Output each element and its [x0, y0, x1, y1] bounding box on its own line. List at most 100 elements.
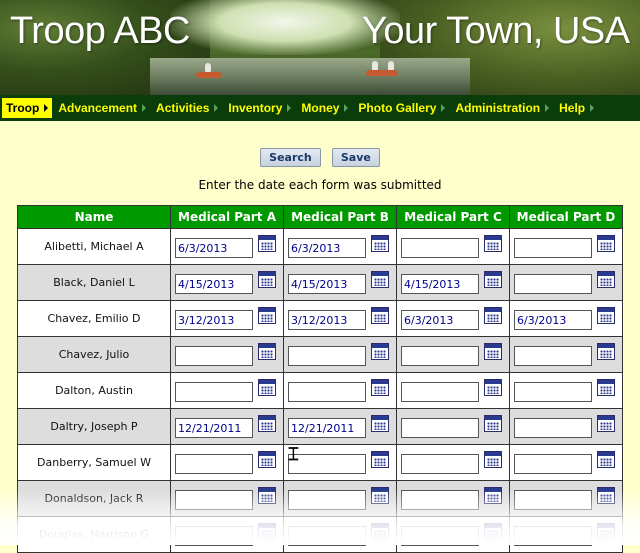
date-input[interactable]: [288, 418, 366, 438]
date-input[interactable]: [175, 346, 253, 366]
chevron-right-icon: [441, 104, 446, 112]
calendar-icon[interactable]: [371, 451, 389, 468]
date-input[interactable]: [175, 454, 253, 474]
date-input[interactable]: [288, 382, 366, 402]
date-input[interactable]: [514, 274, 592, 294]
calendar-icon[interactable]: [597, 307, 615, 324]
calendar-icon[interactable]: [258, 415, 276, 432]
table-row: Chavez, Emilio D: [17, 300, 623, 337]
calendar-icon[interactable]: [484, 487, 502, 504]
calendar-icon[interactable]: [371, 523, 389, 540]
date-input[interactable]: [514, 238, 592, 258]
date-input[interactable]: [401, 526, 479, 546]
date-input[interactable]: [175, 310, 253, 330]
calendar-icon[interactable]: [371, 415, 389, 432]
calendar-icon[interactable]: [484, 271, 502, 288]
date-input[interactable]: [401, 490, 479, 510]
scout-name: Black, Daniel L: [17, 264, 171, 301]
search-button[interactable]: Search: [260, 148, 321, 167]
chevron-right-icon: [142, 104, 147, 112]
nav-item-label: Administration: [455, 101, 541, 115]
nav-item-inventory[interactable]: Inventory: [224, 98, 296, 118]
calendar-icon[interactable]: [258, 379, 276, 396]
date-input[interactable]: [288, 238, 366, 258]
date-input[interactable]: [288, 454, 366, 474]
nav-item-label: Money: [301, 101, 340, 115]
calendar-icon[interactable]: [371, 343, 389, 360]
chevron-right-icon: [590, 104, 595, 112]
date-input[interactable]: [401, 238, 479, 258]
nav-item-help[interactable]: Help: [555, 98, 599, 118]
date-cell: [396, 228, 510, 265]
nav-item-advancement[interactable]: Advancement: [54, 98, 151, 118]
calendar-icon[interactable]: [258, 235, 276, 252]
date-cell: [283, 264, 397, 301]
calendar-icon[interactable]: [597, 343, 615, 360]
calendar-icon[interactable]: [258, 271, 276, 288]
date-input[interactable]: [175, 238, 253, 258]
date-input[interactable]: [288, 310, 366, 330]
date-input[interactable]: [401, 418, 479, 438]
calendar-icon[interactable]: [597, 379, 615, 396]
date-cell: [283, 516, 397, 553]
date-input[interactable]: [175, 382, 253, 402]
column-header-medical-part-b: Medical Part B: [283, 205, 397, 229]
date-input[interactable]: [288, 526, 366, 546]
date-input[interactable]: [401, 382, 479, 402]
date-cell: [509, 444, 623, 481]
calendar-icon[interactable]: [597, 451, 615, 468]
date-input[interactable]: [401, 274, 479, 294]
calendar-icon[interactable]: [484, 451, 502, 468]
date-cell: [170, 228, 284, 265]
date-input[interactable]: [514, 310, 592, 330]
date-input[interactable]: [175, 418, 253, 438]
date-input[interactable]: [514, 490, 592, 510]
calendar-icon[interactable]: [371, 307, 389, 324]
calendar-icon[interactable]: [484, 307, 502, 324]
nav-item-activities[interactable]: Activities: [152, 98, 223, 118]
date-input[interactable]: [514, 454, 592, 474]
calendar-icon[interactable]: [258, 487, 276, 504]
calendar-icon[interactable]: [371, 379, 389, 396]
calendar-icon[interactable]: [258, 451, 276, 468]
site-title: Troop ABC: [10, 10, 190, 52]
date-input[interactable]: [514, 346, 592, 366]
nav-item-money[interactable]: Money: [297, 98, 353, 118]
date-input[interactable]: [175, 490, 253, 510]
calendar-icon[interactable]: [597, 271, 615, 288]
date-input[interactable]: [401, 454, 479, 474]
date-input[interactable]: [288, 346, 366, 366]
date-cell: [396, 480, 510, 517]
calendar-icon[interactable]: [258, 307, 276, 324]
calendar-icon[interactable]: [484, 379, 502, 396]
calendar-icon[interactable]: [258, 343, 276, 360]
date-input[interactable]: [401, 346, 479, 366]
date-input[interactable]: [514, 526, 592, 546]
nav-item-label: Inventory: [228, 101, 283, 115]
nav-item-label: Photo Gallery: [358, 101, 437, 115]
date-input[interactable]: [514, 382, 592, 402]
nav-item-troop[interactable]: Troop: [2, 98, 53, 118]
nav-item-administration[interactable]: Administration: [451, 98, 554, 118]
table-row: Dalton, Austin: [17, 372, 623, 409]
date-input[interactable]: [175, 274, 253, 294]
calendar-icon[interactable]: [597, 523, 615, 540]
calendar-icon[interactable]: [484, 523, 502, 540]
save-button[interactable]: Save: [331, 148, 380, 167]
calendar-icon[interactable]: [484, 415, 502, 432]
calendar-icon[interactable]: [371, 271, 389, 288]
calendar-icon[interactable]: [484, 343, 502, 360]
calendar-icon[interactable]: [597, 487, 615, 504]
date-input[interactable]: [288, 490, 366, 510]
date-input[interactable]: [175, 526, 253, 546]
calendar-icon[interactable]: [371, 487, 389, 504]
calendar-icon[interactable]: [258, 523, 276, 540]
calendar-icon[interactable]: [371, 235, 389, 252]
nav-item-photo-gallery[interactable]: Photo Gallery: [354, 98, 450, 118]
date-input[interactable]: [401, 310, 479, 330]
calendar-icon[interactable]: [597, 415, 615, 432]
date-input[interactable]: [514, 418, 592, 438]
calendar-icon[interactable]: [484, 235, 502, 252]
date-input[interactable]: [288, 274, 366, 294]
calendar-icon[interactable]: [597, 235, 615, 252]
